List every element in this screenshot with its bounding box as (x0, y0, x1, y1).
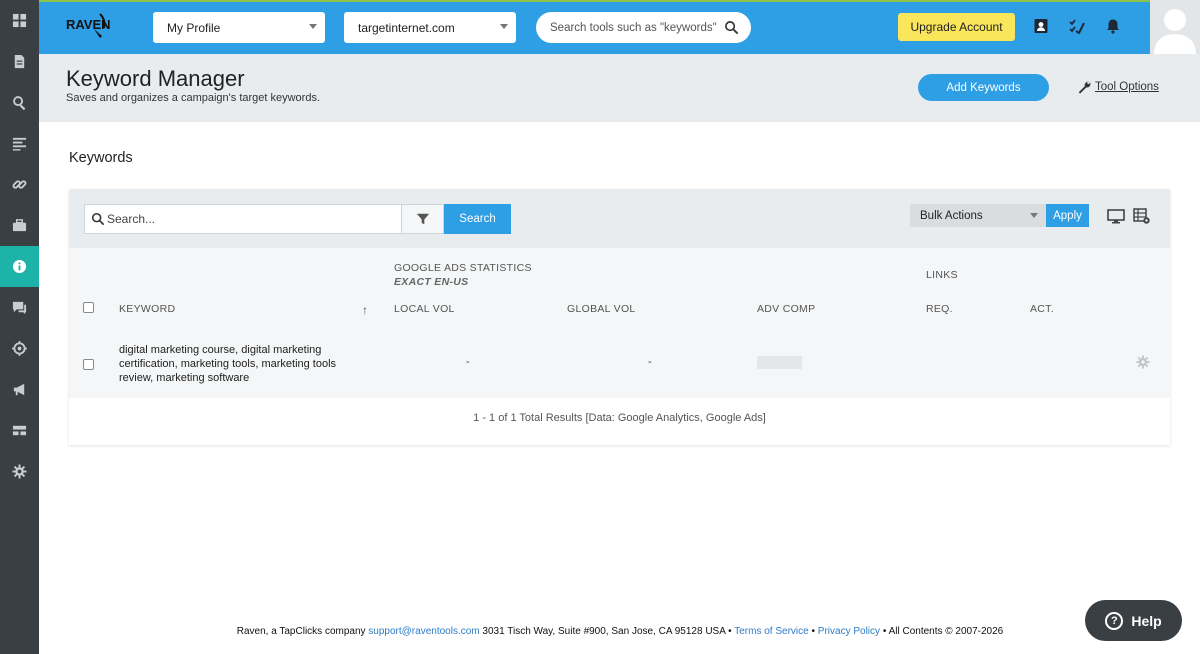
chevron-down-icon (500, 24, 508, 29)
sidebar-item-reports[interactable] (0, 41, 39, 82)
filter-button[interactable] (402, 204, 444, 234)
gear-icon[interactable] (1136, 355, 1150, 369)
upgrade-account-button[interactable]: Upgrade Account (898, 13, 1015, 41)
chevron-down-icon (1030, 213, 1038, 218)
chat-icon (12, 301, 27, 315)
group-links: LINKS (926, 269, 958, 281)
list-icon (12, 137, 27, 151)
dashboard-icon (12, 13, 27, 28)
document-icon (14, 54, 25, 69)
sidebar-item-layout[interactable] (0, 410, 39, 451)
table-header: GOOGLE ADS STATISTICS EXACT EN-US LINKS … (69, 248, 1170, 331)
col-global-vol[interactable]: GLOBAL VOL (567, 303, 636, 315)
sidebar-item-local[interactable] (0, 328, 39, 369)
gear-icon (12, 464, 27, 479)
tasks-icon[interactable] (1069, 18, 1085, 35)
footer-copyright: All Contents © 2007-2026 (888, 626, 1004, 637)
footer-terms-link[interactable]: Terms of Service (734, 626, 808, 637)
chevron-down-icon (309, 24, 317, 29)
megaphone-icon (13, 383, 25, 396)
avatar[interactable] (1150, 0, 1200, 54)
row-checkbox[interactable] (83, 359, 94, 370)
sidebar-item-dashboard[interactable] (0, 0, 39, 41)
col-act[interactable]: ACT. (1030, 303, 1054, 315)
tool-options-label: Tool Options (1095, 81, 1159, 93)
layout-icon (12, 425, 27, 436)
apply-button[interactable]: Apply (1046, 204, 1089, 227)
briefcase-icon (12, 219, 27, 232)
target-icon (12, 341, 27, 356)
raven-logo[interactable]: RAVEN (66, 12, 112, 42)
table-row[interactable]: digital marketing course, digital market… (69, 331, 1170, 398)
adv-comp-bar (757, 356, 802, 369)
search-icon (91, 212, 105, 226)
sidebar-item-links[interactable] (0, 164, 39, 205)
bulk-actions-select[interactable]: Bulk Actions (910, 204, 1046, 227)
footer-privacy-link[interactable]: Privacy Policy (818, 626, 880, 637)
col-adv-comp[interactable]: ADV COMP (757, 303, 815, 315)
bulk-actions-label: Bulk Actions (920, 209, 983, 222)
profile-dropdown[interactable]: My Profile (153, 12, 325, 43)
footer-company: Raven, a TapClicks company (236, 626, 366, 637)
col-keyword[interactable]: KEYWORD (119, 303, 175, 315)
profile-dropdown-label: My Profile (167, 20, 221, 35)
keywords-panel: Search Bulk Actions Apply GOOGLE ADS STA… (69, 189, 1170, 445)
sidebar-item-info[interactable] (0, 246, 39, 287)
page-subtitle: Saves and organizes a campaign's target … (66, 92, 321, 104)
site-dropdown-label: targetinternet.com (358, 20, 455, 35)
sidebar-item-content[interactable] (0, 123, 39, 164)
group-google-ads-sub: EXACT EN-US (394, 276, 469, 288)
footer: Raven, a TapClicks company support@raven… (0, 626, 1200, 637)
question-icon: ? (1105, 611, 1124, 630)
results-summary: 1 - 1 of 1 Total Results [Data: Google A… (473, 412, 766, 424)
tool-search[interactable] (536, 12, 751, 43)
link-icon (12, 180, 27, 189)
col-req[interactable]: REQ. (926, 303, 953, 315)
sidebar-item-research[interactable] (0, 82, 39, 123)
page-title: Keyword Manager (66, 66, 245, 91)
help-button[interactable]: ? Help (1085, 600, 1182, 641)
tool-options-link[interactable]: Tool Options (1077, 80, 1159, 94)
bell-icon[interactable] (1105, 18, 1121, 34)
wrench-icon (1078, 81, 1091, 94)
select-all-checkbox[interactable] (83, 302, 94, 313)
global-vol-cell: - (648, 356, 652, 368)
footer-email-link[interactable]: support@raventools.com (368, 626, 479, 637)
sort-asc-icon[interactable]: ↑ (362, 303, 368, 317)
footer-address: 3031 Tisch Way, Suite #900, San Jose, CA… (482, 626, 726, 637)
help-label: Help (1131, 612, 1162, 629)
add-keywords-button[interactable]: Add Keywords (918, 74, 1049, 101)
search-icon[interactable] (724, 20, 739, 35)
sidebar-rail (0, 0, 39, 654)
sidebar-item-marketing[interactable] (0, 369, 39, 410)
contacts-icon[interactable] (1033, 18, 1049, 34)
section-title: Keywords (69, 150, 133, 166)
filter-icon (416, 213, 429, 225)
keyword-cell: digital marketing course, digital market… (119, 344, 337, 384)
sidebar-item-agency[interactable] (0, 205, 39, 246)
keyword-search-input[interactable] (107, 212, 387, 226)
top-accent-line (39, 0, 1200, 2)
local-vol-cell: - (466, 356, 470, 368)
tool-search-input[interactable] (550, 21, 722, 34)
footer-separator: • (811, 626, 816, 637)
keyword-search[interactable] (84, 204, 402, 234)
monitor-icon[interactable] (1107, 208, 1125, 225)
footer-separator: • (882, 626, 887, 637)
search-icon (13, 96, 26, 110)
site-dropdown[interactable]: targetinternet.com (344, 12, 516, 43)
sidebar-item-settings[interactable] (0, 451, 39, 492)
group-google-ads: GOOGLE ADS STATISTICS (394, 262, 532, 274)
info-icon (12, 259, 27, 274)
search-button[interactable]: Search (444, 204, 511, 234)
table-settings-icon[interactable] (1133, 208, 1151, 225)
sidebar-item-social[interactable] (0, 287, 39, 328)
footer-separator: • (728, 626, 732, 637)
col-local-vol[interactable]: LOCAL VOL (394, 303, 455, 315)
